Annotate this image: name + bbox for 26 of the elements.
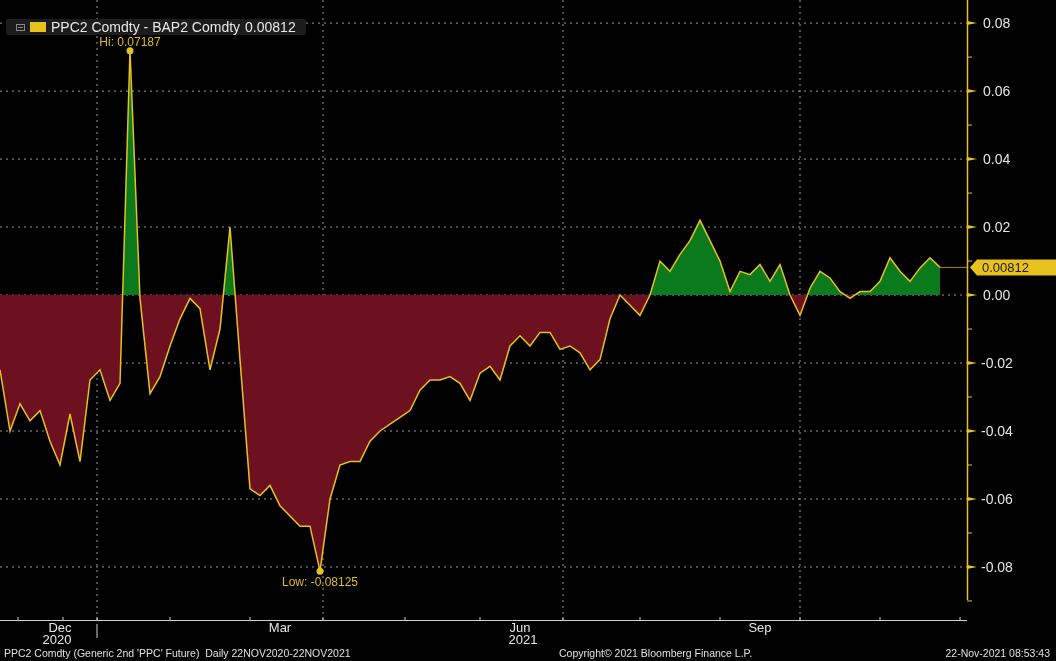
- y-tick-label: 0.06: [983, 83, 1011, 100]
- year-label: 2021: [508, 632, 538, 646]
- y-tick-label: -0.06: [981, 491, 1013, 507]
- extreme-marker: [316, 567, 324, 575]
- extreme-marker: [126, 47, 134, 55]
- y-tick-label: 0.02: [983, 219, 1011, 236]
- collapse-icon[interactable]: [16, 23, 25, 31]
- y-tick-label: 0.00: [983, 287, 1011, 304]
- x-tick-label: Dec: [48, 620, 72, 635]
- extreme-label: Low: -0.08125: [281, 575, 359, 590]
- y-tick-label: 0.08: [983, 15, 1011, 32]
- y-tick-label: -0.02: [981, 355, 1013, 372]
- series-name: PPC2 Comdty - BAP2 Comdty: [51, 19, 241, 35]
- last-value-tag: 0.00812: [970, 259, 1056, 276]
- legend-value: 0.00812: [245, 19, 296, 35]
- y-tick-label: 0.04: [983, 151, 1011, 168]
- year-label: 2020: [42, 632, 72, 646]
- x-tick-label: Jun: [509, 620, 531, 635]
- timestamp: 22-Nov-2021 08:53:43: [945, 645, 1051, 661]
- y-tick-label: -0.04: [981, 423, 1013, 439]
- copyright-text: Copyright© 2021 Bloomberg Finance L.P.: [559, 645, 753, 661]
- y-tick-label: -0.08: [981, 558, 1013, 575]
- x-tick-label: Sep: [748, 620, 772, 635]
- extreme-label: Hi: 0.07187: [99, 34, 161, 49]
- chart-description: PPC2 Comdty (Generic 2nd 'PPC' Future) Daily 22NOV2020-22NOV2021: [4, 645, 352, 661]
- x-tick-label: Mar: [268, 620, 292, 635]
